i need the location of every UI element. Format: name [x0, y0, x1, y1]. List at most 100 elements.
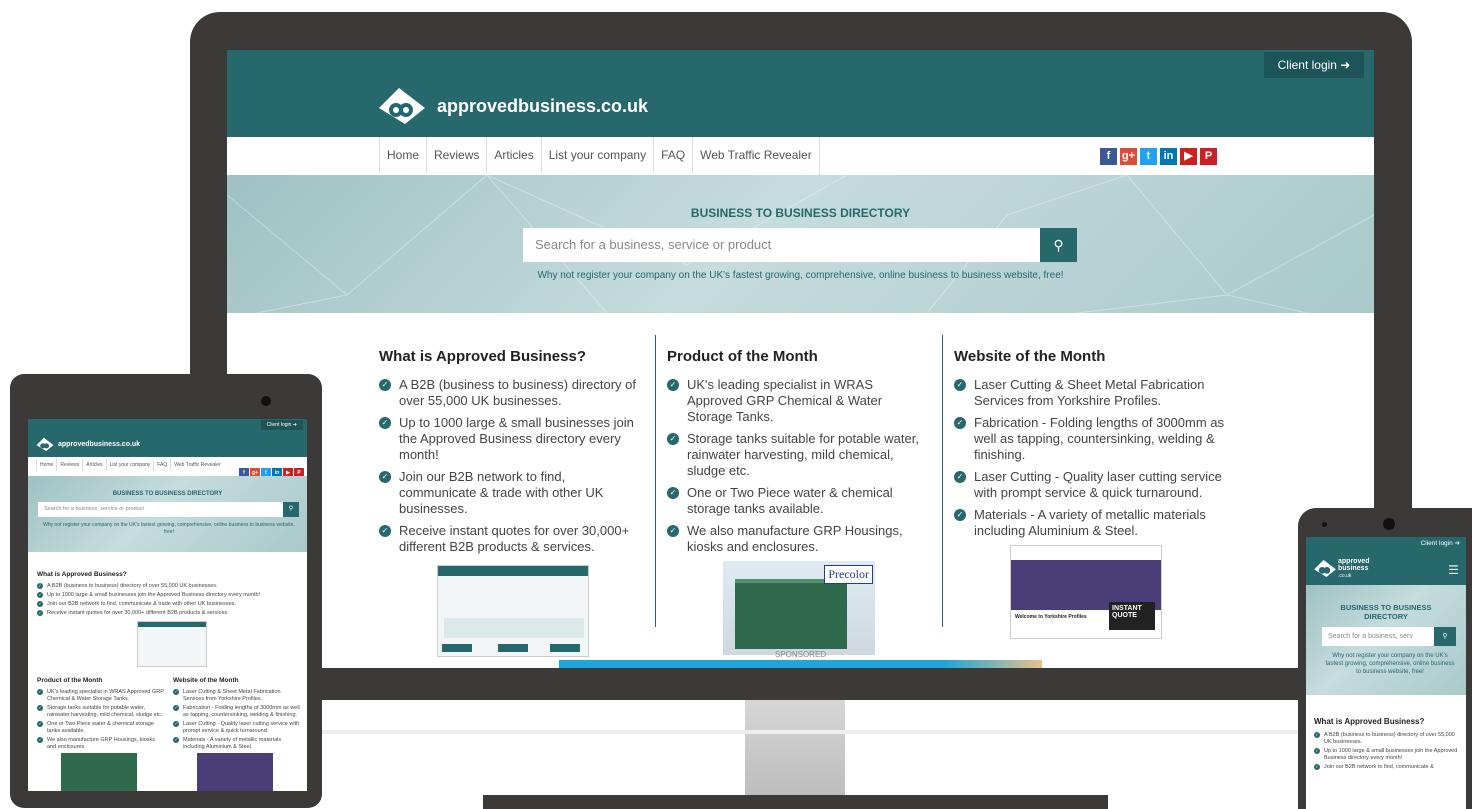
column-what-is: What is Approved Business? ✓ A B2B (busin… — [379, 348, 639, 657]
tablet-logo-icon[interactable] — [36, 437, 54, 456]
google-plus-icon[interactable]: g+ — [1120, 148, 1137, 165]
hero-banner: BUSINESS TO BUSINESS DIRECTORY Search fo… — [227, 175, 1374, 313]
site-logo-text[interactable]: approvedbusiness.co.uk — [437, 96, 648, 117]
check-circle-icon: ✓ — [379, 525, 391, 537]
sponsored-label: SPONSORED — [774, 650, 827, 659]
phone-client-login[interactable]: Client login ➜ — [1421, 539, 1460, 547]
list-item-text: Receive instant quotes for over 30,000+ … — [47, 610, 229, 616]
tablet-nav-item[interactable]: FAQ — [153, 459, 170, 471]
list-item: ✓ We also manufacture GRP Housings, kiosk… — [37, 737, 165, 751]
list-item-text: A B2B (business to business) directory o… — [1324, 732, 1455, 745]
search-input[interactable]: Search for a business, service or produc… — [523, 228, 1040, 262]
list-item: ✓ Laser Cutting - Quality laser cutting s… — [173, 721, 301, 735]
nav-list-your-company[interactable]: List your company — [540, 137, 653, 173]
column-website-of-month: Website of the Month ✓ Laser Cutting & Sh… — [954, 348, 1224, 639]
sponsored-banner[interactable] — [559, 660, 1042, 668]
phone-logo-icon[interactable] — [1314, 559, 1336, 582]
check-circle-icon: ✓ — [37, 610, 43, 616]
column-divider — [655, 335, 656, 627]
site-logo-icon[interactable] — [379, 86, 425, 124]
phone-col1: What is Approved Business? ✓ A B2B (busin… — [1314, 717, 1464, 773]
tablet-logo-text[interactable]: approvedbusiness.co.uk — [58, 441, 140, 448]
nav-articles[interactable]: Articles — [486, 137, 540, 173]
phone-search-button[interactable]: ⚲ — [1434, 627, 1456, 646]
monitor-stand — [745, 700, 845, 795]
check-circle-icon: ✓ — [379, 471, 391, 483]
list-item: ✓ UK's leading specialist in WRAS Approve… — [667, 377, 927, 425]
site-header: Client login ➜ approvedbusiness.co.uk — [227, 50, 1374, 137]
check-circle-icon: ✓ — [954, 417, 966, 429]
check-circle-icon: ✓ — [667, 379, 679, 391]
product-brand: Precolor — [824, 565, 873, 584]
facebook-icon[interactable]: f — [1100, 148, 1117, 165]
list-item: ✓ Fabrication - Folding lengths of 3000mm… — [173, 705, 301, 719]
tablet-directory-screenshot — [137, 621, 207, 667]
phone-search-input[interactable]: Search for a business, serv — [1322, 627, 1434, 646]
list-item-text: We also manufacture GRP Housings, kiosks… — [47, 737, 156, 750]
phone-logo-text[interactable]: approved business — [1338, 558, 1378, 572]
check-circle-icon: ✓ — [1314, 748, 1320, 754]
tablet-nav-item[interactable]: Web Traffic Revealer — [170, 459, 224, 471]
list-item-text: Materials - A variety of metallic materi… — [974, 507, 1206, 538]
check-circle-icon: ✓ — [37, 601, 43, 607]
list-item: ✓ Join our B2B network to find, communica… — [37, 601, 297, 608]
tablet-header: Client login ➜ approvedbusiness.co.uk — [28, 419, 307, 457]
list-item: ✓ Materials - A variety of metallic mater… — [954, 507, 1224, 539]
list-item: ✓ Storage tanks suitable for potable wate… — [37, 705, 165, 719]
tablet-search-button[interactable]: ⚲ — [283, 502, 299, 517]
check-circle-icon: ✓ — [173, 705, 179, 711]
linkedin-icon[interactable]: in — [1160, 148, 1177, 165]
hamburger-menu-icon[interactable]: ☰ — [1448, 563, 1459, 577]
list-item: ✓ Fabrication - Folding lengths of 3000mm… — [954, 415, 1224, 463]
youtube-icon[interactable]: ▶ — [1180, 148, 1197, 165]
search-icon: ⚲ — [1053, 237, 1064, 253]
list-item-text: UK's leading specialist in WRAS Approved… — [47, 689, 164, 702]
hero-tagline: Why not register your company on the UK'… — [537, 270, 1064, 281]
list-item-text: We also manufacture GRP Housings, kiosks… — [687, 523, 903, 554]
list-item: ✓ A B2B (business to business) directory … — [1314, 732, 1464, 746]
tablet-nav-item[interactable]: Articles — [82, 459, 105, 471]
website-screenshot: Welcome to Yorkshire Profiles INSTANT QU… — [1010, 545, 1162, 639]
nav-faq[interactable]: FAQ — [653, 137, 692, 173]
list-item: ✓ We also manufacture GRP Housings, kiosk… — [667, 523, 927, 555]
list-item: ✓ Join our B2B network to find, communica… — [379, 469, 639, 517]
list-item-text: Materials - A variety of metallic materi… — [183, 737, 282, 750]
list-item-text: Laser Cutting & Sheet Metal Fabrication … — [974, 377, 1205, 408]
list-item: ✓ Join our B2B network to find, communica… — [1314, 764, 1464, 771]
website-shot-title: Welcome to Yorkshire Profiles — [1015, 614, 1087, 620]
list-item: ✓ Storage tanks suitable for potable wate… — [667, 431, 927, 479]
list-item: ✓ UK's leading specialist in WRAS Approve… — [37, 689, 165, 703]
check-circle-icon: ✓ — [667, 487, 679, 499]
tablet-nav-item[interactable]: Reviews — [56, 459, 82, 471]
phone-logo-sub: .co.uk — [1338, 573, 1352, 579]
check-circle-icon: ✓ — [379, 417, 391, 429]
list-item-text: One or Two Piece water & chemical storag… — [687, 485, 893, 516]
social-icons: f g+ t in ▶ P — [1097, 146, 1217, 165]
list-item-text: Fabrication - Folding lengths of 3000mm … — [183, 705, 300, 718]
tablet-nav-item[interactable]: Home — [36, 459, 56, 471]
list-item-text: Storage tanks suitable for potable water… — [47, 705, 163, 718]
column-title: What is Approved Business? — [379, 348, 586, 365]
hero-title: BUSINESS TO BUSINESS DIRECTORY — [690, 206, 911, 220]
twitter-icon[interactable]: t — [1140, 148, 1157, 165]
list-item-text: Receive instant quotes for over 30,000+ … — [399, 523, 630, 554]
tablet-nav-item[interactable]: List your company — [105, 459, 154, 471]
nav-web-traffic-revealer[interactable]: Web Traffic Revealer — [692, 137, 819, 173]
check-circle-icon: ✓ — [379, 379, 391, 391]
list-item-text: Join our B2B network to find, communicat… — [47, 601, 236, 607]
list-item: ✓ Laser Cutting & Sheet Metal Fabrication… — [173, 689, 301, 703]
tablet-website-screenshot — [197, 753, 273, 791]
tablet-search-input[interactable]: Search for a business, service or produc… — [38, 502, 283, 517]
search-button[interactable]: ⚲ — [1040, 228, 1077, 262]
list-item: ✓ Laser Cutting - Quality laser cutting s… — [954, 469, 1224, 501]
pinterest-icon[interactable]: P — [1200, 148, 1217, 165]
nav-home[interactable]: Home — [379, 137, 426, 173]
search-icon: ⚲ — [1442, 633, 1448, 640]
list-item-text: Join our B2B network to find, communicat… — [1324, 764, 1434, 770]
tablet-col1: What is Approved Business? ✓ A B2B (busin… — [37, 571, 297, 667]
list-item: ✓ Receive instant quotes for over 30,000+… — [379, 523, 639, 555]
client-login-button[interactable]: Client login ➜ — [1264, 52, 1364, 78]
tablet-client-login[interactable]: Client login ➜ — [260, 420, 303, 430]
list-item-text: Up to 1000 large & small businesses join… — [47, 592, 261, 598]
nav-reviews[interactable]: Reviews — [426, 137, 486, 173]
